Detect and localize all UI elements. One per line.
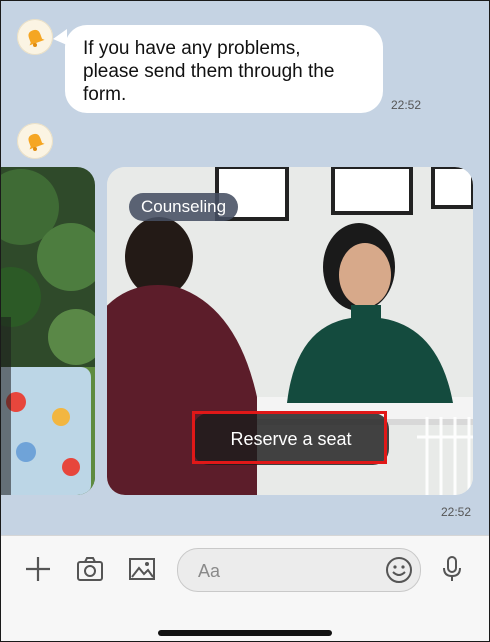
image-button[interactable] [125, 552, 159, 586]
plus-button[interactable] [21, 552, 55, 586]
bell-icon [23, 25, 47, 49]
emoji-icon[interactable] [384, 555, 414, 585]
card-photo-previous [1, 167, 95, 495]
image-icon [129, 558, 155, 580]
card-time: 22:52 [441, 505, 472, 519]
highlight-box [192, 411, 387, 464]
home-indicator[interactable] [158, 630, 332, 636]
bell-avatar[interactable] [17, 19, 53, 55]
plus-icon [26, 557, 50, 581]
message-time: 22:52 [391, 98, 422, 112]
carousel-card-previous[interactable] [1, 167, 95, 495]
app-frame: If you have any problems, please send th… [0, 0, 490, 642]
message-input-bar [1, 535, 489, 641]
bell-icon [23, 129, 47, 153]
message-field[interactable] [177, 548, 421, 592]
message-bubble[interactable]: If you have any problems, please send th… [65, 25, 383, 113]
camera-button[interactable] [73, 552, 107, 586]
counseling-tag: Counseling [129, 193, 239, 221]
chat-area[interactable]: If you have any problems, please send th… [1, 1, 489, 535]
message-input[interactable] [196, 557, 380, 585]
microphone-icon [443, 556, 461, 581]
message-text: If you have any problems, please send th… [83, 38, 335, 105]
bell-avatar[interactable] [17, 123, 53, 159]
camera-icon [77, 557, 103, 581]
voice-button[interactable] [435, 552, 469, 586]
